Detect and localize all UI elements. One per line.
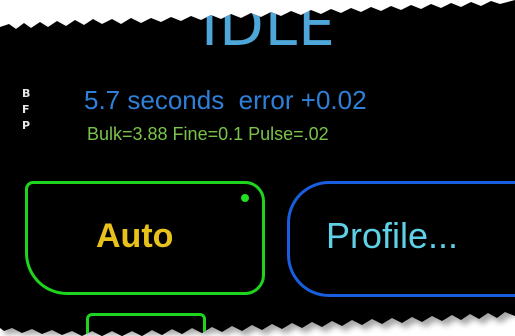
side-label-f: F: [22, 103, 30, 116]
side-label-b: B: [22, 87, 31, 100]
indicator-led-icon: [241, 194, 249, 202]
profile-button-label: Profile...: [326, 215, 459, 256]
scale-control-panel: IDLE B F P 5.7 seconds error +0.02 Bulk=…: [0, 0, 515, 336]
side-label-p: P: [22, 119, 31, 132]
auto-button-label: Auto: [96, 217, 174, 255]
timing-readout: 5.7 seconds error +0.02: [84, 85, 367, 115]
screenshot-stage: IDLE B F P 5.7 seconds error +0.02 Bulk=…: [0, 0, 515, 336]
profile-button[interactable]: Profile...: [287, 181, 515, 297]
auto-button[interactable]: Auto: [25, 181, 265, 295]
params-readout: Bulk=3.88 Fine=0.1 Pulse=.02: [87, 124, 329, 144]
